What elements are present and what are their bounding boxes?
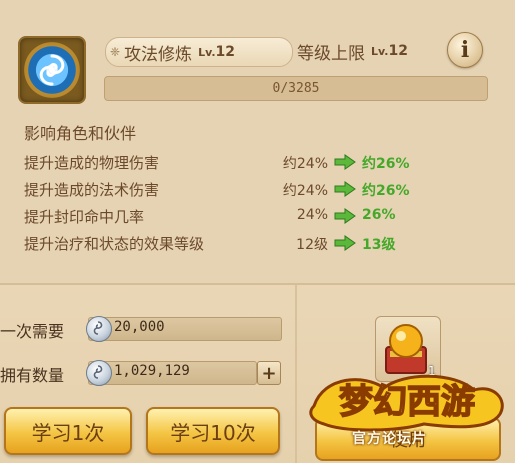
effect-next: 26% [362, 207, 396, 223]
watermark-subtitle: 官方论坛片 [352, 431, 427, 447]
level-limit-value: Lv.12 [371, 43, 408, 59]
effect-row: 提升治疗和状态的效果等级 12级 13级 [24, 233, 494, 255]
skill-name: 攻法修炼 [124, 44, 193, 65]
info-button[interactable]: i [447, 32, 483, 68]
effect-next: 13级 [362, 237, 396, 253]
silver-coin-icon [86, 316, 112, 342]
skill-panel: ❈ 攻法修炼 Lv.12 等级上限 Lv.12 i 0/3285 影响角色和伙伴… [0, 0, 515, 463]
section-divider [0, 283, 515, 285]
effect-next: 约26% [362, 183, 410, 199]
owned-value: 1,029,129 [114, 363, 190, 379]
level-limit-label: 等级上限 [297, 43, 365, 64]
exp-progress-bar: 0/3285 [104, 76, 488, 101]
silver-coin-icon [86, 360, 112, 386]
arrow-right-icon [334, 154, 356, 170]
effect-next: 约26% [362, 156, 410, 172]
plus-icon: + [261, 362, 277, 384]
effect-row: 提升造成的法术伤害 约24% 约26% [24, 179, 494, 201]
cost-per-value: 20,000 [114, 319, 165, 335]
owned-label: 拥有数量 [0, 366, 65, 385]
cost-per-label: 一次需要 [0, 322, 65, 341]
ornament-left-icon: ❈ [110, 45, 121, 59]
exp-progress-text: 0/3285 [272, 81, 320, 96]
effect-current: 12级 [296, 237, 328, 253]
learn-once-button[interactable]: 学习1次 [4, 407, 132, 455]
level-limit: 等级上限 Lv.12 [297, 39, 408, 64]
learn-ten-label: 学习10次 [170, 420, 256, 445]
effects-title: 影响角色和伙伴 [24, 124, 137, 143]
arrow-right-icon [334, 208, 356, 224]
game-logo-watermark: 梦幻西游 [309, 374, 504, 432]
effect-current: 24% [296, 207, 328, 223]
info-icon: i [460, 37, 470, 63]
spiral-rune-icon[interactable] [18, 36, 86, 104]
effect-name: 提升造成的法术伤害 [24, 181, 160, 199]
cost-per-learn-row: 一次需要 20,000 [0, 316, 290, 342]
svg-text:梦幻西游: 梦幻西游 [339, 382, 475, 422]
column-divider [295, 285, 297, 463]
arrow-right-icon [334, 235, 356, 251]
owned-amount-row: 拥有数量 1,029,129 [0, 360, 290, 386]
arrow-right-icon [334, 181, 356, 197]
effect-row: 提升造成的物理伤害 约24% 约26% [24, 152, 494, 174]
skill-level: Lv.12 [198, 44, 236, 60]
effect-name: 提升封印命中几率 [24, 208, 145, 226]
effect-current: 约24% [282, 183, 328, 199]
add-currency-button[interactable]: + [257, 361, 281, 385]
learn-once-label: 学习1次 [31, 420, 105, 445]
learn-ten-button[interactable]: 学习10次 [146, 407, 280, 455]
skill-name-pill: ❈ 攻法修炼 Lv.12 [105, 37, 293, 67]
effect-name: 提升造成的物理伤害 [24, 154, 160, 172]
effect-row: 提升封印命中几率 24% 26% [24, 206, 494, 228]
effect-name: 提升治疗和状态的效果等级 [24, 235, 205, 253]
effect-current: 约24% [282, 156, 328, 172]
skill-info-section: ❈ 攻法修炼 Lv.12 等级上限 Lv.12 i 0/3285 影响角色和伙伴… [0, 0, 515, 283]
